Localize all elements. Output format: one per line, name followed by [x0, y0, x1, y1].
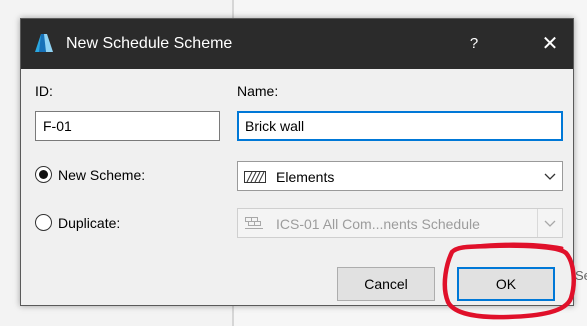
duplicate-label: Duplicate: [58, 215, 121, 231]
name-field[interactable]: Brick wall [237, 111, 563, 141]
new-scheme-value: Elements [276, 169, 335, 185]
dialog-titlebar[interactable]: New Schedule Scheme ? ✕ [21, 19, 573, 69]
cancel-button[interactable]: Cancel [337, 267, 435, 301]
archicad-logo-icon [34, 33, 54, 53]
dialog-title: New Schedule Scheme [66, 35, 233, 52]
chevron-down-icon[interactable] [538, 162, 562, 190]
id-label: ID: [35, 83, 53, 99]
duplicate-value: ICS-01 All Com...nents Schedule [276, 216, 480, 232]
chevron-down-icon[interactable] [537, 209, 562, 237]
schedule-table-icon [244, 216, 266, 229]
ok-button[interactable]: OK [457, 267, 555, 301]
new-scheme-radio-circle[interactable] [35, 166, 52, 183]
background-peek-text: Se [575, 268, 587, 283]
new-scheme-dropdown[interactable]: Elements [237, 161, 563, 191]
duplicate-radio-circle[interactable] [35, 214, 52, 231]
name-label: Name: [237, 83, 279, 99]
close-button[interactable]: ✕ [527, 19, 573, 69]
new-scheme-label: New Scheme: [58, 167, 146, 183]
hatched-element-icon [244, 170, 266, 183]
radio-selected-dot [39, 170, 48, 179]
duplicate-radio[interactable]: Duplicate: [35, 212, 215, 234]
id-field[interactable]: F-01 [35, 111, 220, 141]
new-scheme-radio[interactable]: New Scheme: [35, 164, 215, 186]
duplicate-dropdown[interactable]: ICS-01 All Com...nents Schedule [237, 208, 563, 238]
help-button[interactable]: ? [451, 19, 497, 69]
new-schedule-scheme-dialog: New Schedule Scheme ? ✕ ID: F-01 Name: B… [20, 18, 574, 306]
